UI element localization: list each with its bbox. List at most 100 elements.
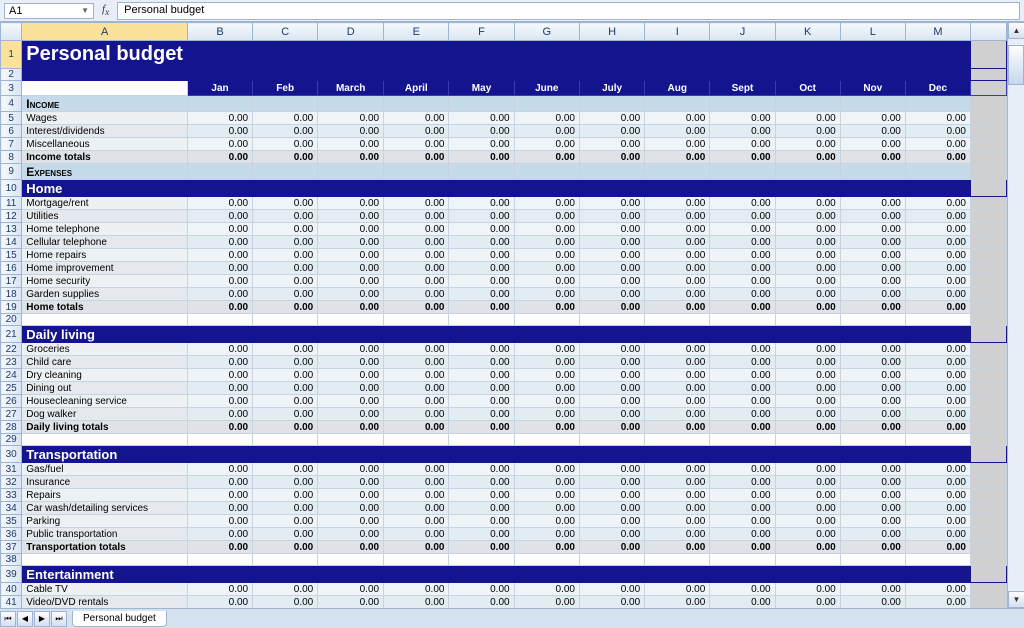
cell-value[interactable]: 0.00 — [384, 343, 449, 356]
cell-value[interactable]: 0.00 — [645, 408, 710, 421]
cell-value[interactable]: 0.00 — [645, 236, 710, 249]
cell-value[interactable]: 0.00 — [580, 369, 645, 382]
cell-value[interactable]: 0.00 — [449, 421, 514, 434]
cell-value[interactable]: 0.00 — [318, 583, 384, 596]
cell-value[interactable]: 0.00 — [775, 596, 840, 609]
cell-value[interactable]: 0.00 — [710, 421, 775, 434]
cell-value[interactable]: 0.00 — [905, 541, 970, 554]
cell-value[interactable]: 0.00 — [840, 151, 905, 164]
cell-value[interactable]: 0.00 — [253, 515, 318, 528]
tab-next-icon[interactable]: ▶ — [34, 611, 50, 627]
cell-value[interactable]: 0.00 — [318, 138, 384, 151]
cell-value[interactable]: 0.00 — [318, 356, 384, 369]
cell-value[interactable]: 0.00 — [840, 382, 905, 395]
row-header-27[interactable]: 27 — [1, 408, 22, 421]
cell-value[interactable]: 0.00 — [580, 476, 645, 489]
cell-value[interactable]: 0.00 — [905, 395, 970, 408]
cell-value[interactable]: 0.00 — [384, 356, 449, 369]
cell-value[interactable]: 0.00 — [318, 301, 384, 314]
cell-value[interactable]: 0.00 — [710, 343, 775, 356]
cell-value[interactable]: 0.00 — [775, 301, 840, 314]
cell-value[interactable]: 0.00 — [580, 262, 645, 275]
cell-value[interactable]: 0.00 — [384, 301, 449, 314]
cell-value[interactable]: 0.00 — [384, 138, 449, 151]
cell-value[interactable]: 0.00 — [645, 369, 710, 382]
cell-value[interactable]: 0.00 — [253, 541, 318, 554]
row-header-22[interactable]: 22 — [1, 343, 22, 356]
row-header-5[interactable]: 5 — [1, 112, 22, 125]
cell-value[interactable]: 0.00 — [514, 138, 579, 151]
cell-value[interactable]: 0.00 — [514, 476, 579, 489]
cell-value[interactable]: 0.00 — [187, 502, 252, 515]
cell-value[interactable]: 0.00 — [580, 515, 645, 528]
row-header-7[interactable]: 7 — [1, 138, 22, 151]
cell-value[interactable]: 0.00 — [514, 236, 579, 249]
cell-value[interactable]: 0.00 — [449, 502, 514, 515]
cell-value[interactable]: 0.00 — [318, 343, 384, 356]
cell-value[interactable]: 0.00 — [710, 463, 775, 476]
cell-value[interactable]: 0.00 — [253, 275, 318, 288]
cell-value[interactable]: 0.00 — [840, 223, 905, 236]
cell-value[interactable]: 0.00 — [187, 395, 252, 408]
cell-value[interactable]: 0.00 — [645, 210, 710, 223]
row-header-35[interactable]: 35 — [1, 515, 22, 528]
row-header-10[interactable]: 10 — [1, 180, 22, 197]
cell-value[interactable]: 0.00 — [449, 395, 514, 408]
cell-value[interactable]: 0.00 — [318, 596, 384, 609]
cell-value[interactable]: 0.00 — [384, 596, 449, 609]
cell-value[interactable]: 0.00 — [514, 395, 579, 408]
cell-value[interactable]: 0.00 — [514, 223, 579, 236]
cell-value[interactable]: 0.00 — [187, 262, 252, 275]
cell-value[interactable]: 0.00 — [187, 197, 252, 210]
cell-value[interactable]: 0.00 — [905, 262, 970, 275]
cell-value[interactable]: 0.00 — [905, 138, 970, 151]
cell-value[interactable]: 0.00 — [710, 275, 775, 288]
cell-value[interactable]: 0.00 — [840, 583, 905, 596]
cell-value[interactable]: 0.00 — [187, 210, 252, 223]
cell-value[interactable]: 0.00 — [318, 502, 384, 515]
cell-value[interactable]: 0.00 — [775, 262, 840, 275]
cell-value[interactable]: 0.00 — [840, 343, 905, 356]
cell-value[interactable]: 0.00 — [253, 382, 318, 395]
cell-value[interactable]: 0.00 — [840, 288, 905, 301]
cell-value[interactable]: 0.00 — [187, 515, 252, 528]
col-header-B[interactable]: B — [187, 23, 252, 41]
cell-value[interactable]: 0.00 — [384, 369, 449, 382]
cell-value[interactable]: 0.00 — [253, 583, 318, 596]
cell-value[interactable]: 0.00 — [318, 249, 384, 262]
cell-value[interactable]: 0.00 — [253, 369, 318, 382]
cell-value[interactable]: 0.00 — [384, 395, 449, 408]
cell-value[interactable]: 0.00 — [514, 197, 579, 210]
cell-value[interactable]: 0.00 — [187, 288, 252, 301]
cell-value[interactable]: 0.00 — [905, 236, 970, 249]
cell-value[interactable]: 0.00 — [253, 288, 318, 301]
cell-value[interactable]: 0.00 — [710, 262, 775, 275]
cell-value[interactable]: 0.00 — [645, 541, 710, 554]
cell-value[interactable]: 0.00 — [449, 288, 514, 301]
col-header-A[interactable]: A — [22, 23, 188, 41]
cell-value[interactable]: 0.00 — [710, 502, 775, 515]
cell-value[interactable]: 0.00 — [253, 236, 318, 249]
cell-value[interactable]: 0.00 — [645, 395, 710, 408]
row-header-32[interactable]: 32 — [1, 476, 22, 489]
cell-value[interactable]: 0.00 — [840, 369, 905, 382]
cell-value[interactable]: 0.00 — [710, 288, 775, 301]
cell-value[interactable]: 0.00 — [905, 151, 970, 164]
col-header-I[interactable]: I — [645, 23, 710, 41]
cell-value[interactable]: 0.00 — [710, 125, 775, 138]
cell-value[interactable]: 0.00 — [318, 236, 384, 249]
cell-value[interactable]: 0.00 — [580, 125, 645, 138]
cell-value[interactable]: 0.00 — [710, 476, 775, 489]
scroll-up-icon[interactable]: ▲ — [1008, 22, 1024, 39]
cell-value[interactable]: 0.00 — [710, 138, 775, 151]
cell-value[interactable]: 0.00 — [187, 249, 252, 262]
cell-value[interactable]: 0.00 — [775, 583, 840, 596]
col-header-D[interactable]: D — [318, 23, 384, 41]
cell-value[interactable]: 0.00 — [187, 596, 252, 609]
cell-value[interactable]: 0.00 — [384, 249, 449, 262]
cell-value[interactable]: 0.00 — [905, 197, 970, 210]
cell-value[interactable]: 0.00 — [318, 197, 384, 210]
cell-value[interactable]: 0.00 — [840, 421, 905, 434]
row-header-11[interactable]: 11 — [1, 197, 22, 210]
cell-value[interactable]: 0.00 — [514, 262, 579, 275]
